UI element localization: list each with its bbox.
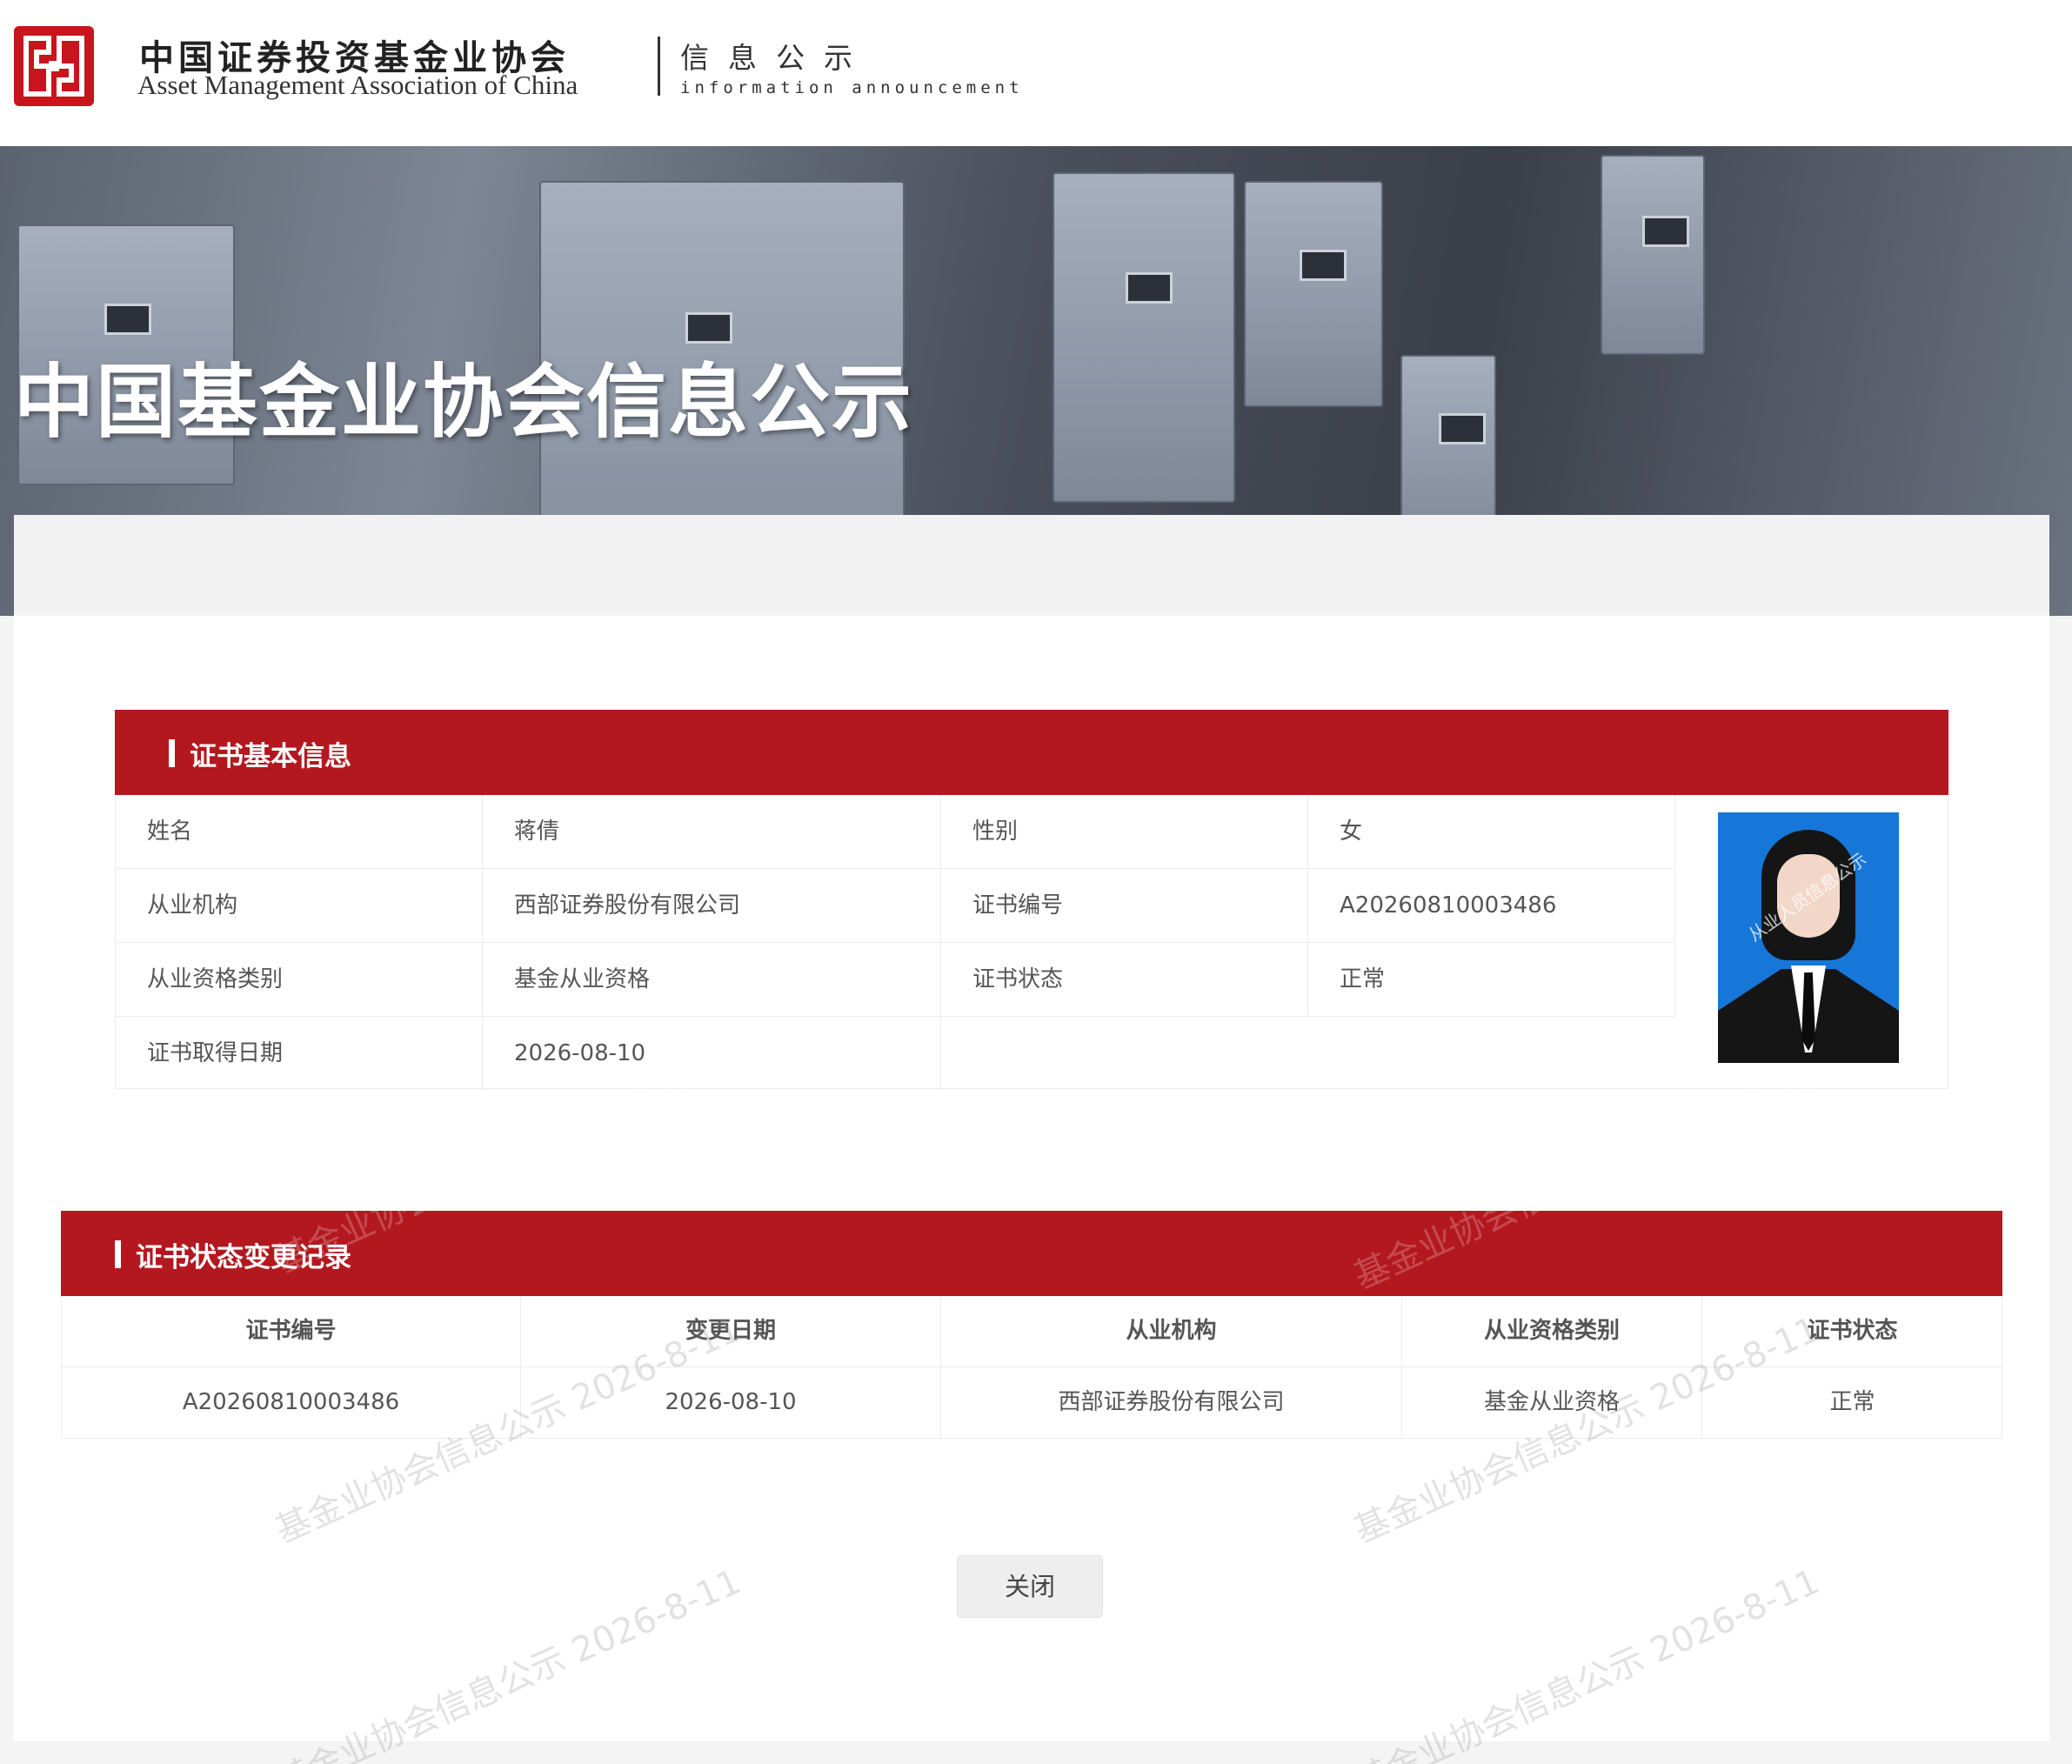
section-name-en: information announcement: [680, 78, 1024, 97]
site-header: 中国证券投资基金业协会 Asset Management Association…: [0, 0, 2072, 146]
basic-info-table: 姓名 蒋倩 性别 女 从业机构 西部证券股份有限公司 证书编号 A2026081…: [115, 795, 1948, 1091]
column-header-cert-no: 证书编号: [62, 1296, 521, 1367]
value-issue-date: 2026-08-10: [483, 1017, 941, 1091]
org-name-en: Asset Management Association of China: [137, 70, 578, 100]
column-header-change-date: 变更日期: [521, 1296, 941, 1367]
label-name: 姓名: [116, 795, 483, 869]
value-cert-status: 正常: [1308, 943, 1675, 1017]
record-status: 正常: [1829, 1389, 1875, 1415]
header-divider: [658, 37, 660, 96]
value-qualification: 基金从业资格: [483, 943, 941, 1017]
record-cert-no: A20260810003486: [62, 1367, 521, 1439]
amac-logo-icon: [14, 26, 94, 106]
close-button[interactable]: 关闭: [957, 1555, 1103, 1618]
banner-drawer: [1053, 172, 1235, 503]
label-issue-date: 证书取得日期: [116, 1017, 483, 1091]
panel-top-band: [14, 515, 2049, 616]
label-cert-status: 证书状态: [941, 943, 1308, 1017]
label-institution: 从业机构: [116, 869, 483, 943]
label-cert-no: 证书编号: [941, 869, 1308, 943]
banner-drawer: [1601, 155, 1705, 355]
watermark: 基金业协会信息公示 2026-8-11: [270, 1561, 747, 1764]
page-title: 中国基金业协会信息公示: [14, 356, 914, 449]
column-header-qualification: 从业资格类别: [1402, 1296, 1702, 1367]
label-gender: 性别: [941, 795, 1308, 869]
banner-drawer: [1244, 181, 1383, 407]
record-change-date: 2026-08-10: [521, 1367, 941, 1439]
value-name: 蒋倩: [483, 795, 941, 869]
column-header-institution: 从业机构: [941, 1296, 1402, 1367]
content-panel: 证书基本信息 姓名 蒋倩 性别 女 从业机构 西部证券股份有限公司 证书编号 A…: [14, 515, 2049, 1764]
column-header-status: 证书状态: [1702, 1296, 2002, 1367]
section-name-cn: 信息公示: [680, 41, 872, 75]
record-institution: 西部证券股份有限公司: [941, 1367, 1402, 1439]
record-qualification: 基金从业资格: [1402, 1367, 1702, 1439]
section-marker: [115, 1240, 121, 1268]
status-records-header: 证书状态变更记录: [61, 1211, 2002, 1296]
basic-info-title: 证书基本信息: [190, 741, 351, 772]
section-marker: [169, 739, 175, 767]
basic-info-header: 证书基本信息: [115, 710, 1948, 795]
status-records-title: 证书状态变更记录: [136, 1242, 351, 1273]
value-cert-no: A20260810003486: [1308, 869, 1675, 943]
status-records-table: 证书编号 变更日期 从业机构 从业资格类别 证书状态 A202608100034…: [61, 1296, 2002, 1439]
value-gender: 女: [1308, 795, 1675, 869]
watermark: 基金业协会信息公示 2026-8-11: [1348, 1561, 1826, 1764]
certificate-photo: 从业人员信息公示: [1718, 812, 1899, 1063]
label-qualification: 从业资格类别: [116, 943, 483, 1017]
value-institution: 西部证券股份有限公司: [483, 869, 941, 943]
